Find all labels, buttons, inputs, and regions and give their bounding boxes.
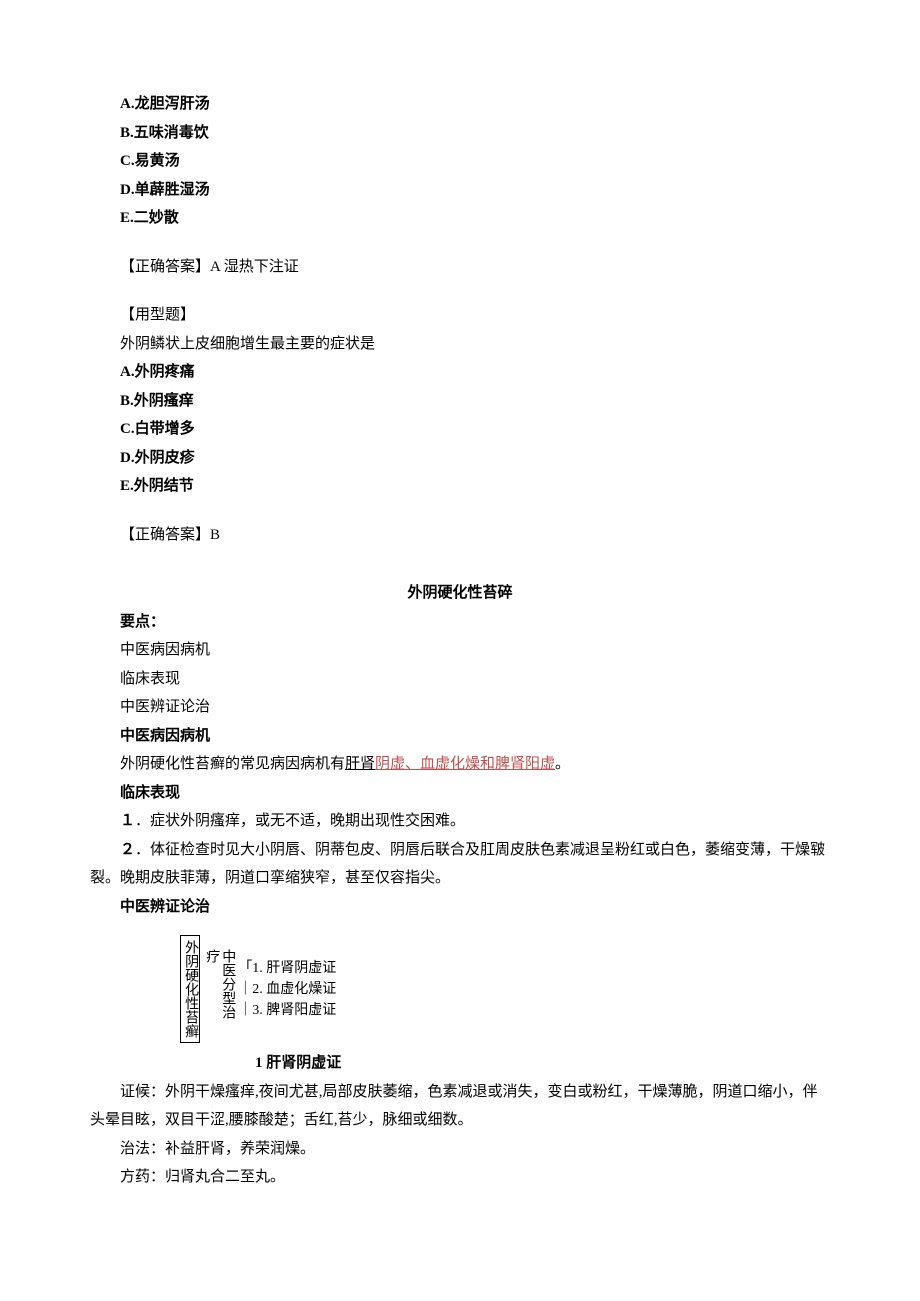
- key-points-label: 要点：: [90, 608, 830, 637]
- answer-line: 【正确答案】A 湿热下注证: [90, 253, 830, 282]
- diagram-box-disease: 外阴硬化性苔癣: [180, 935, 200, 1043]
- section-title: 外阴硬化性苔碎: [90, 579, 830, 608]
- option-b: B.外阴瘙痒: [90, 387, 830, 416]
- paragraph: 外阴硬化性苔癣的常见病因病机有肝肾阴虚、血虚化燥和脾肾阳虚。: [90, 750, 830, 779]
- diagram-item: 3. 脾肾阳虚证: [252, 1003, 336, 1018]
- option-a: A.外阴疼痛: [90, 358, 830, 387]
- option-b: B.五味消毒饮: [90, 119, 830, 148]
- paragraph: 治法：补益肝肾，养荣润燥。: [90, 1135, 830, 1164]
- paragraph: 方药：归肾丸合二至丸。: [90, 1163, 830, 1192]
- key-point: 中医辨证论治: [90, 693, 830, 722]
- diagram-box-method: 中医分型治疗: [202, 945, 236, 1033]
- diagram-item: 2. 血虚化燥证: [252, 982, 336, 997]
- underlined-text: 肝肾: [345, 756, 375, 772]
- key-point: 中医病因病机: [90, 636, 830, 665]
- underlined-red-text: 阴虚、血虚化燥和脾肾阳虚: [375, 756, 555, 772]
- question-tag: 【用型题】: [90, 301, 830, 330]
- option-c: C.易黄汤: [90, 147, 830, 176]
- option-c: C.白带增多: [90, 415, 830, 444]
- option-e: E.二妙散: [90, 204, 830, 233]
- option-a: A.龙胆泻肝汤: [90, 90, 830, 119]
- option-e: E.外阴结节: [90, 472, 830, 501]
- diagram-bracket: 「1. 肝肾阴虚证 ｜2. 血虚化燥证 ｜3. 脾肾阳虚证: [238, 958, 336, 1021]
- diagram-item: 1. 肝肾阴虚证: [252, 961, 336, 976]
- heading-treatment: 中医辨证论治: [90, 893, 830, 922]
- text: ．症状外阴瘙痒，或无不适，晚期出现性交困难。: [135, 813, 465, 829]
- answer-line: 【正确答案】B: [90, 521, 830, 550]
- question-stem: 外阴鳞状上皮细胞增生最主要的症状是: [90, 330, 830, 359]
- text: 。: [555, 756, 570, 772]
- paragraph: ２．体征检查时见大小阴唇、阴蒂包皮、阴唇后联合及肛周皮肤色素减退呈粉红或白色，萎…: [90, 836, 830, 893]
- key-point: 临床表现: [90, 665, 830, 694]
- paragraph: １．症状外阴瘙痒，或无不适，晚期出现性交困难。: [90, 807, 830, 836]
- heading-clinical: 临床表现: [90, 779, 830, 808]
- syndrome-heading: 1 肝肾阴虚证: [255, 1049, 830, 1078]
- text: ．体征检查时见大小阴唇、阴蒂包皮、阴唇后联合及肛周皮肤色素减退呈粉红或白色，萎缩…: [90, 842, 825, 887]
- heading-etiology: 中医病因病机: [90, 722, 830, 751]
- text: 外阴硬化性苔癣的常见病因病机有: [120, 756, 345, 772]
- option-d: D.单薜胜湿汤: [90, 176, 830, 205]
- option-d: D.外阴皮疹: [90, 444, 830, 473]
- classification-diagram: 外阴硬化性苔癣 中医分型治疗 「1. 肝肾阴虚证 ｜2. 血虚化燥证 ｜3. 脾…: [180, 935, 830, 1043]
- paragraph: 证候：外阴干燥瘙痒,夜间尤甚,局部皮肤萎缩，色素减退或消失，变白或粉红，干燥薄脆…: [90, 1078, 830, 1135]
